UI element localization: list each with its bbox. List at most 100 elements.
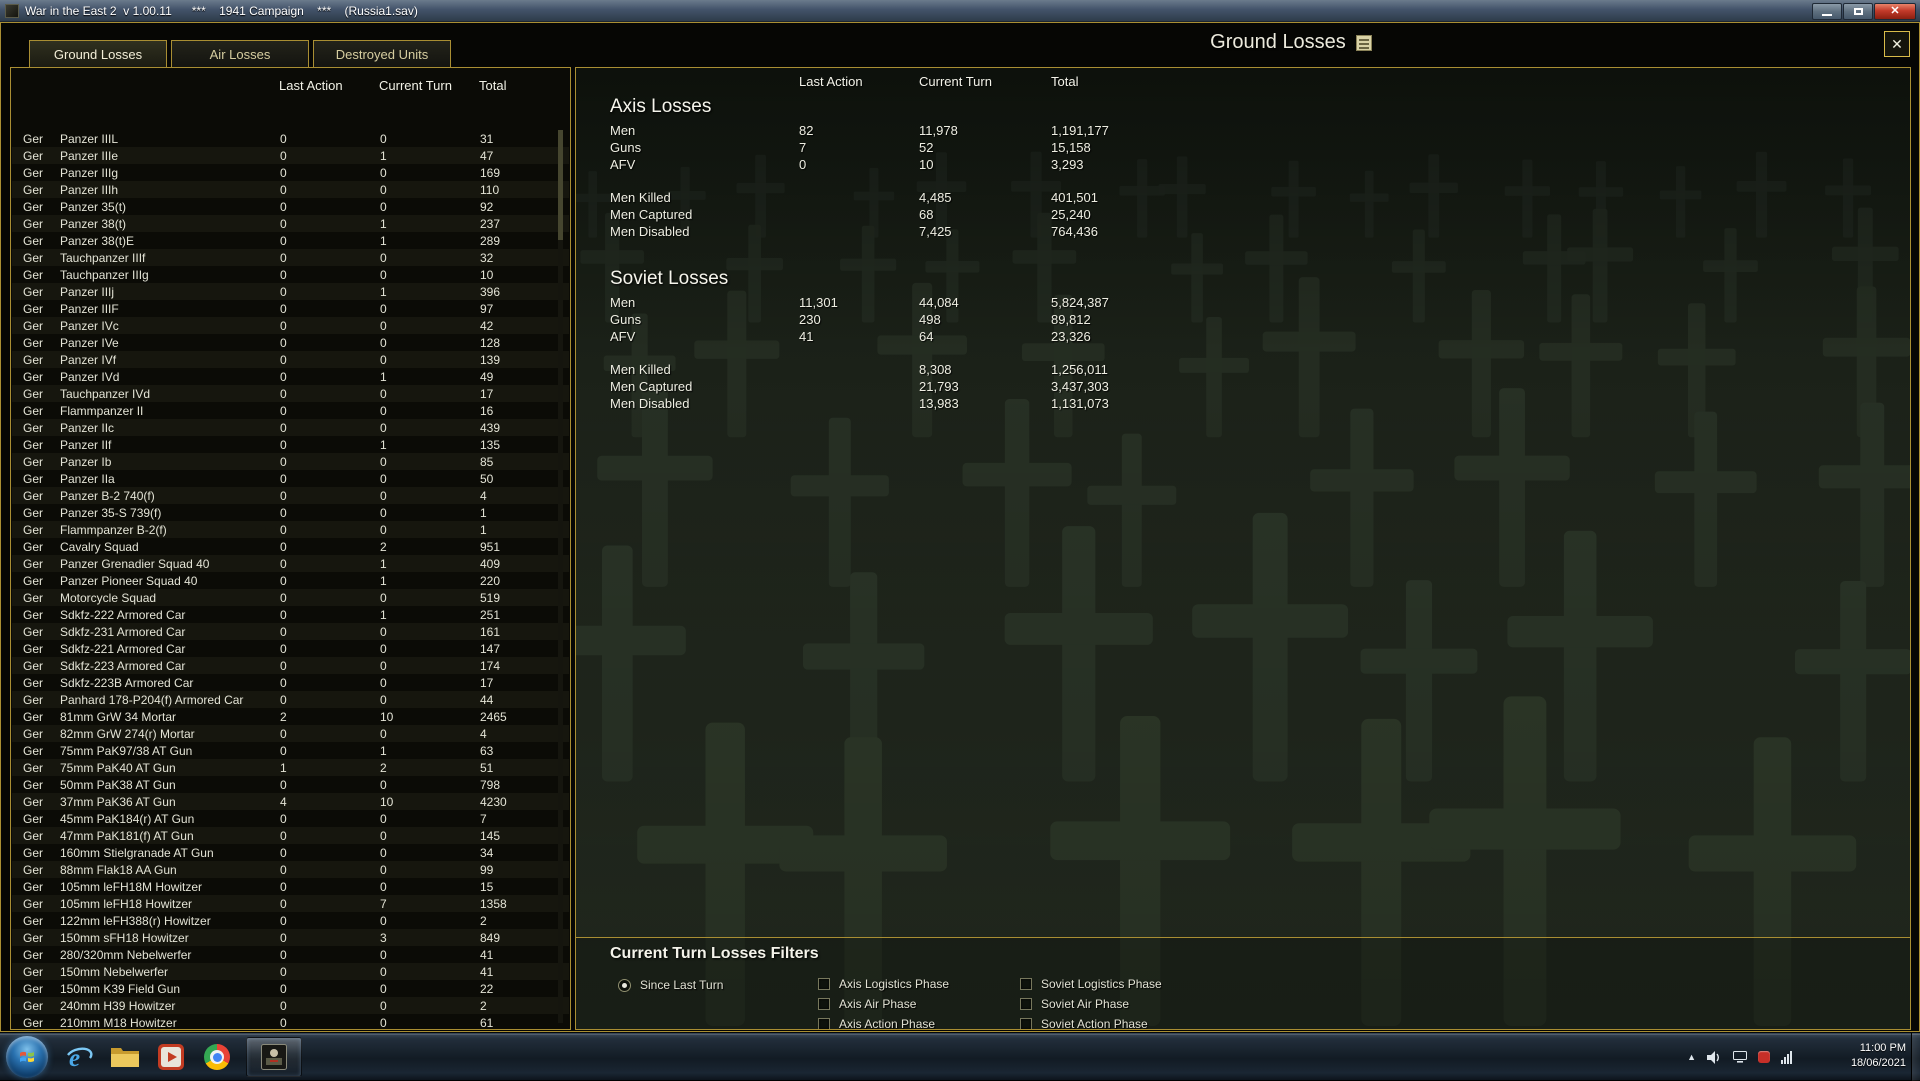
security-icon[interactable] bbox=[1758, 1051, 1770, 1063]
table-cell: 0 bbox=[280, 965, 287, 979]
table-cell: 2 bbox=[380, 761, 387, 775]
wite2-icon bbox=[261, 1044, 287, 1070]
summary-cell: 11,301 bbox=[799, 295, 919, 312]
summary-cell: 7,425 bbox=[919, 224, 1051, 241]
table-cell: 0 bbox=[280, 642, 287, 656]
summary-cell: 0 bbox=[799, 157, 919, 174]
checkbox-icon bbox=[818, 1018, 830, 1030]
table-cell: 61 bbox=[480, 1016, 493, 1029]
loss-table-row: GerPanzer B-2 740(f)004 bbox=[12, 487, 569, 504]
summary-cell bbox=[799, 379, 919, 396]
table-cell: 0 bbox=[380, 183, 387, 197]
table-cell: 0 bbox=[280, 676, 287, 690]
table-cell: 0 bbox=[380, 472, 387, 486]
spacer bbox=[610, 174, 1910, 190]
table-cell: 251 bbox=[480, 608, 500, 622]
table-cell: Panzer IVe bbox=[60, 336, 119, 350]
summary-cell: Men Killed bbox=[610, 190, 799, 207]
table-cell: 0 bbox=[280, 523, 287, 537]
loss-table-row: Ger150mm Nebelwerfer0041 bbox=[12, 963, 569, 980]
table-cell: 0 bbox=[280, 472, 287, 486]
table-cell: 0 bbox=[380, 591, 387, 605]
show-desktop-button[interactable] bbox=[1911, 1033, 1920, 1081]
table-cell: 409 bbox=[480, 557, 500, 571]
table-cell: 145 bbox=[480, 829, 500, 843]
filter-checkbox-soviet-action-phase[interactable]: Soviet Action Phase bbox=[1020, 1014, 1162, 1030]
summary-cell: 10 bbox=[919, 157, 1051, 174]
table-cell: 0 bbox=[380, 506, 387, 520]
table-cell: 10 bbox=[480, 268, 493, 282]
table-cell: 75mm PaK40 AT Gun bbox=[60, 761, 176, 775]
filter-checkbox-soviet-air-phase[interactable]: Soviet Air Phase bbox=[1020, 994, 1162, 1014]
table-cell: 210mm M18 Howitzer bbox=[60, 1016, 177, 1029]
summary-row: Men Killed4,485401,501 bbox=[610, 190, 1910, 207]
tab-destroyed-units[interactable]: Destroyed Units bbox=[313, 40, 451, 67]
media-player-icon[interactable] bbox=[154, 1037, 188, 1077]
loss-table-row: GerSdkfz-221 Armored Car00147 bbox=[12, 640, 569, 657]
table-cell: 85 bbox=[480, 455, 493, 469]
start-button[interactable] bbox=[6, 1036, 48, 1078]
network-icon[interactable] bbox=[1781, 1051, 1792, 1064]
taskbar-clock[interactable]: 11:00 PM 18/06/2021 bbox=[1851, 1041, 1906, 1071]
filter-checkbox-axis-air-phase[interactable]: Axis Air Phase bbox=[818, 994, 949, 1014]
loss-table-panel: Last ActionCurrent TurnTotal GerPanzer I… bbox=[10, 67, 571, 1030]
maximize-button[interactable] bbox=[1843, 3, 1873, 20]
table-cell: Ger bbox=[23, 642, 43, 656]
summary-row: Last ActionCurrent TurnTotal bbox=[610, 74, 1910, 91]
table-cell: Ger bbox=[23, 846, 43, 860]
table-cell: Ger bbox=[23, 897, 43, 911]
close-window-button[interactable]: ✕ bbox=[1874, 3, 1916, 20]
loss-table-row: GerPanzer IIIg00169 bbox=[12, 164, 569, 181]
table-cell: 105mm leFH18M Howitzer bbox=[60, 880, 202, 894]
minimize-button[interactable] bbox=[1812, 3, 1842, 20]
table-cell: Panzer Ib bbox=[60, 455, 111, 469]
table-cell: Ger bbox=[23, 591, 43, 605]
display-icon[interactable] bbox=[1733, 1051, 1747, 1063]
summary-row: Men Captured21,7933,437,303 bbox=[610, 379, 1910, 396]
table-cell: 3 bbox=[380, 931, 387, 945]
filter-checkbox-axis-action-phase[interactable]: Axis Action Phase bbox=[818, 1014, 949, 1030]
windows-explorer-icon[interactable] bbox=[108, 1037, 142, 1077]
table-cell: 150mm K39 Field Gun bbox=[60, 982, 180, 996]
summary-cell: 89,812 bbox=[1051, 312, 1910, 329]
notes-icon[interactable] bbox=[1356, 35, 1372, 51]
table-cell: Ger bbox=[23, 625, 43, 639]
filter-column-0: Axis Logistics PhaseAxis Air Phase Axis A… bbox=[818, 974, 949, 1030]
column-header: Total bbox=[479, 78, 506, 93]
checkbox-label: Axis Action Phase bbox=[839, 1017, 935, 1030]
taskbar-wite2-button[interactable] bbox=[246, 1037, 302, 1077]
table-cell: 0 bbox=[380, 812, 387, 826]
filter-radio-since-last-turn[interactable]: Since Last Turn bbox=[618, 978, 723, 992]
table-cell: 7 bbox=[480, 812, 487, 826]
table-cell: 0 bbox=[380, 251, 387, 265]
table-cell: 0 bbox=[280, 234, 287, 248]
volume-icon[interactable] bbox=[1707, 1051, 1722, 1064]
filter-checkbox-soviet-logistics-phase[interactable]: Soviet Logistics Phase bbox=[1020, 974, 1162, 994]
table-cell: 0 bbox=[280, 863, 287, 877]
table-cell: 150mm sFH18 Howitzer bbox=[60, 931, 189, 945]
summary-cell bbox=[799, 396, 919, 413]
tab-air-losses[interactable]: Air Losses bbox=[171, 40, 309, 67]
table-cell: Panzer IIc bbox=[60, 421, 114, 435]
summary-cell: 5,824,387 bbox=[1051, 295, 1910, 312]
hidden-icons-chevron[interactable]: ▲ bbox=[1687, 1052, 1696, 1062]
summary-cell: 15,158 bbox=[1051, 140, 1910, 157]
loss-table-row: Ger150mm K39 Field Gun0022 bbox=[12, 980, 569, 997]
loss-table-row: GerSdkfz-223B Armored Car0017 bbox=[12, 674, 569, 691]
loss-table-row: GerTauchpanzer IIIf0032 bbox=[12, 249, 569, 266]
internet-explorer-icon[interactable]: e bbox=[62, 1037, 96, 1077]
table-cell: 0 bbox=[280, 591, 287, 605]
column-header: Current Turn bbox=[379, 78, 452, 93]
filter-checkbox-axis-logistics-phase[interactable]: Axis Logistics Phase bbox=[818, 974, 949, 994]
tab-ground-losses[interactable]: Ground Losses bbox=[29, 40, 167, 67]
loss-table-row: GerPanzer IIIj01396 bbox=[12, 283, 569, 300]
table-scrollbar[interactable] bbox=[558, 130, 563, 1023]
table-cell: 0 bbox=[380, 778, 387, 792]
close-screen-button[interactable]: ✕ bbox=[1884, 31, 1910, 57]
table-cell: 0 bbox=[280, 404, 287, 418]
chrome-icon[interactable] bbox=[200, 1037, 234, 1077]
scrollbar-thumb[interactable] bbox=[558, 130, 563, 240]
table-cell: 439 bbox=[480, 421, 500, 435]
table-cell: Panzer IIf bbox=[60, 438, 111, 452]
table-cell: 32 bbox=[480, 251, 493, 265]
